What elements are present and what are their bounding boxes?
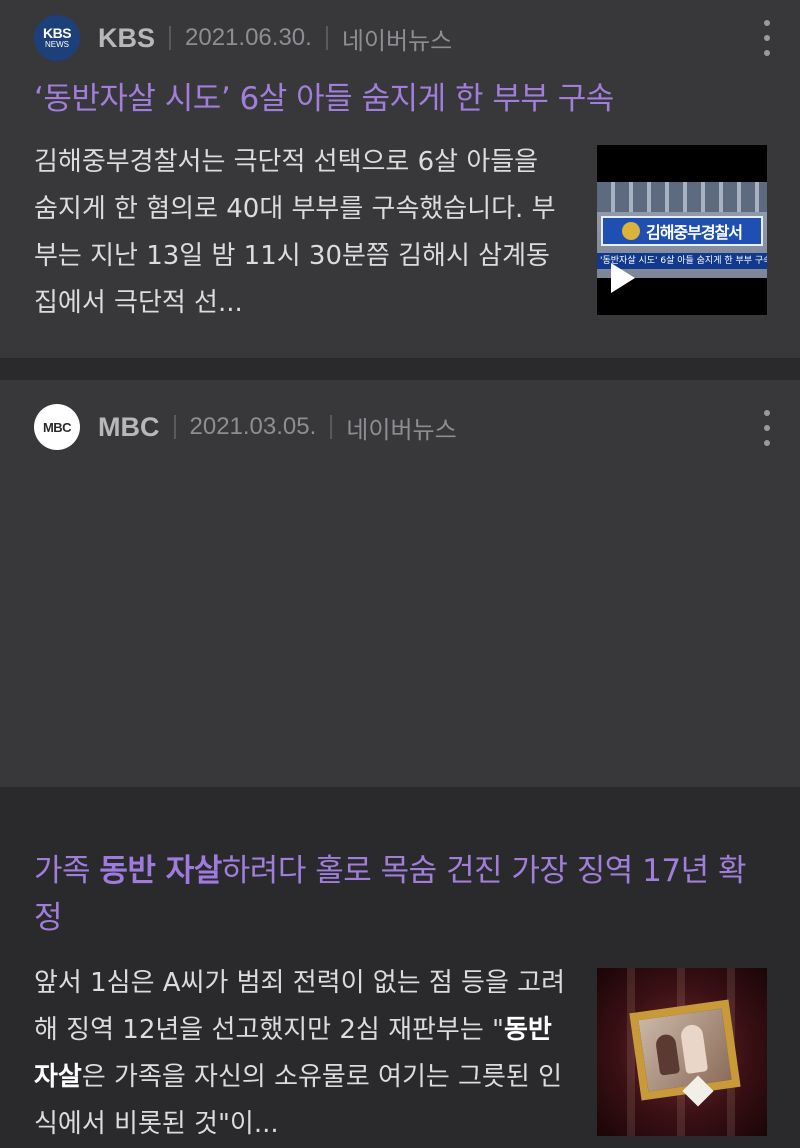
news-card-mbc[interactable]: MBC MBC 2021.03.05. 네이버뉴스 가족 동반 자살하려다 홀로… — [0, 380, 800, 1139]
more-vertical-icon[interactable] — [764, 20, 770, 56]
source-row: MBC MBC 2021.03.05. 네이버뉴스 — [34, 404, 457, 450]
logo-text: KBS — [42, 25, 72, 41]
divider — [330, 415, 333, 439]
logo-subtext: NEWS — [45, 40, 69, 49]
article-snippet[interactable]: 김해중부경찰서는 극단적 선택으로 6살 아들을 숨지게 한 혐의로 40대 부… — [34, 139, 570, 327]
article-snippet[interactable]: 앞서 1심은 A씨가 범죄 전력이 없는 점 등을 고려해 징역 12년을 선고… — [34, 960, 570, 1148]
logo-text: MBC — [42, 419, 72, 435]
snippet-text: 은 가족을 자신의 소유물로 여기는 그릇된 인식에서 비롯된 것"이... — [34, 1062, 562, 1139]
article-date: 2021.03.05. — [189, 413, 317, 440]
mbc-logo[interactable]: MBC — [34, 404, 80, 450]
title-text: 가족 — [34, 853, 100, 889]
article-date: 2021.06.30. — [185, 24, 312, 51]
source-row: KBS NEWS KBS 2021.06.30. 네이버뉴스 — [34, 15, 452, 61]
platform-label: 네이버뉴스 — [346, 416, 457, 444]
divider — [325, 26, 328, 50]
news-card-kbs[interactable]: KBS NEWS KBS 2021.06.30. 네이버뉴스 ‘동반자살 시도’… — [0, 0, 800, 358]
play-icon[interactable] — [611, 263, 635, 293]
platform-label: 네이버뉴스 — [341, 27, 453, 55]
snippet-text: 앞서 1심은 A씨가 범죄 전력이 없는 점 등을 고려해 징역 12년을 선고… — [34, 968, 566, 1045]
photo-frame — [629, 999, 741, 1101]
source-name[interactable]: KBS — [98, 23, 155, 54]
sign-text: 김해중부경찰서 — [645, 223, 743, 242]
video-thumbnail[interactable]: 김해중부경찰서 '동반자살 시도' 6살 아들 숨지게 한 부부 구속 — [597, 145, 767, 315]
more-vertical-icon[interactable] — [764, 410, 770, 446]
divider — [173, 415, 176, 439]
article-title[interactable]: 가족 동반 자살하려다 홀로 목숨 건진 가장 징역 17년 확정 — [34, 848, 774, 942]
police-emblem-icon — [621, 222, 640, 240]
memorial-photo-image — [597, 968, 767, 1136]
article-thumbnail[interactable] — [597, 968, 767, 1136]
source-name[interactable]: MBC — [98, 412, 160, 443]
article-title[interactable]: ‘동반자살 시도’ 6살 아들 숨지게 한 부부 구속 — [34, 76, 774, 123]
divider — [169, 26, 172, 50]
title-highlight: 동반 자살 — [99, 853, 222, 889]
card-separator — [0, 358, 800, 380]
kbs-logo[interactable]: KBS NEWS — [34, 15, 80, 61]
police-sign: 김해중부경찰서 — [601, 216, 763, 246]
